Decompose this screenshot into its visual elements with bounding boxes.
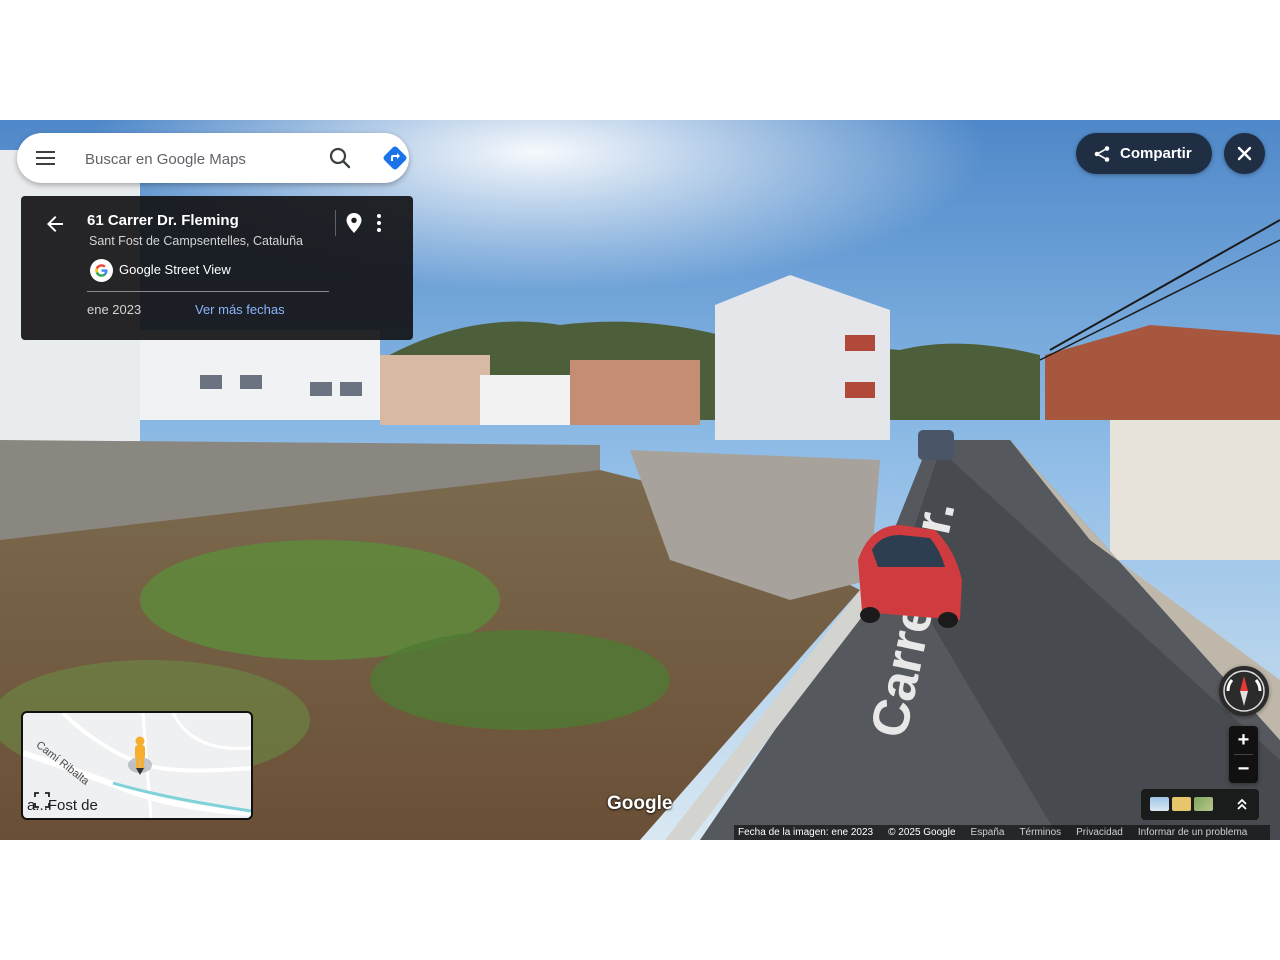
balcony <box>845 335 875 351</box>
share-button[interactable]: Compartir <box>1076 133 1212 174</box>
grass-patch <box>370 630 670 730</box>
divider <box>87 291 329 292</box>
balcony <box>845 382 875 398</box>
location-subtitle: Sant Fost de Campsentelles, Cataluña <box>89 234 304 248</box>
see-more-dates-link[interactable]: Ver más fechas <box>195 302 285 317</box>
expand-icon[interactable] <box>33 791 51 809</box>
source-label: Google Street View <box>119 262 231 277</box>
zoom-out-button[interactable]: − <box>1229 755 1258 783</box>
location-info-card: 61 Carrer Dr. Fleming Sant Fost de Camps… <box>21 196 413 340</box>
chevron-up-icon[interactable] <box>1235 797 1249 811</box>
location-pin-icon[interactable] <box>344 212 364 234</box>
layer-thumbnail-map[interactable] <box>1172 797 1191 811</box>
google-logo-icon <box>90 259 113 282</box>
google-watermark: Google <box>607 793 673 814</box>
search-icon[interactable] <box>327 145 353 171</box>
house-terracotta <box>570 360 700 425</box>
search-bar <box>17 133 409 183</box>
report-problem-link[interactable]: Informar de un problema <box>1138 827 1248 838</box>
menu-icon[interactable] <box>33 146 59 170</box>
location-title: 61 Carrer Dr. Fleming <box>87 212 239 229</box>
house-right <box>1110 420 1280 560</box>
privacy-link[interactable]: Privacidad <box>1076 827 1123 838</box>
search-input[interactable] <box>83 143 302 175</box>
copyright: © 2025 Google <box>888 827 956 838</box>
window <box>340 382 362 396</box>
share-label: Compartir <box>1120 145 1192 162</box>
footer-bar: Fecha de la imagen: ene 2023 © 2025 Goog… <box>734 825 1271 840</box>
share-icon <box>1093 145 1111 163</box>
directions-icon[interactable] <box>382 145 408 171</box>
window <box>240 375 262 389</box>
close-button[interactable] <box>1224 133 1265 174</box>
layer-thumbnail-satellite[interactable] <box>1194 797 1213 811</box>
parked-car-distant <box>918 430 954 460</box>
close-icon <box>1237 146 1252 161</box>
terms-link[interactable]: Términos <box>1019 827 1061 838</box>
arrow-back-icon[interactable] <box>43 212 67 236</box>
layer-thumbnail-sky[interactable] <box>1150 797 1169 811</box>
window <box>310 382 332 396</box>
compass-button[interactable] <box>1219 666 1269 716</box>
zoom-in-button[interactable]: + <box>1229 726 1258 754</box>
capture-date: ene 2023 <box>87 302 142 317</box>
window <box>200 375 222 389</box>
divider <box>335 210 336 236</box>
country-link[interactable]: España <box>971 827 1005 838</box>
pegman-icon[interactable] <box>127 735 153 777</box>
image-date: Fecha de la imagen: ene 2023 <box>738 827 874 838</box>
compass-icon <box>1223 670 1265 712</box>
minimap[interactable]: Camí Ribalta a...Fost de <box>21 711 253 820</box>
house-mid <box>380 355 490 425</box>
more-vert-icon[interactable] <box>371 212 387 234</box>
zoom-control: + − <box>1229 726 1258 783</box>
layers-control[interactable] <box>1141 789 1259 820</box>
